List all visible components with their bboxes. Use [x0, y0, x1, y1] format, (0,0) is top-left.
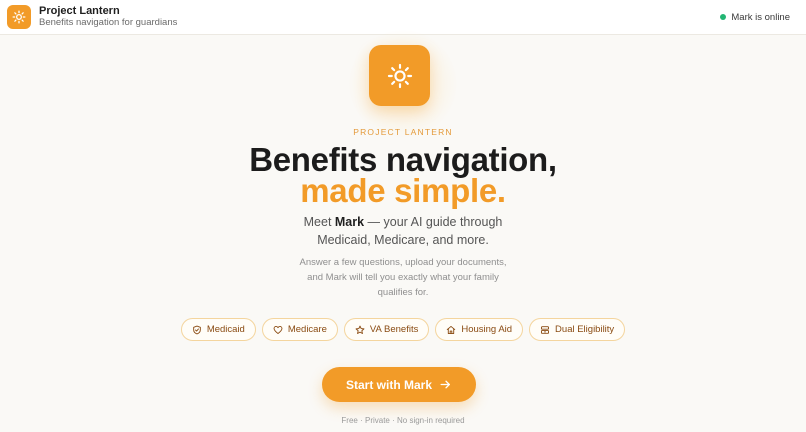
- star-icon: [355, 325, 365, 334]
- online-status: Mark is online: [720, 12, 790, 23]
- lead-prefix: Meet: [303, 215, 335, 229]
- eyebrow-label: PROJECT LANTERN: [353, 127, 453, 137]
- arrow-right-icon: [440, 380, 450, 389]
- status-text: Mark is online: [731, 11, 790, 23]
- cta-label: Start with Mark: [345, 377, 432, 392]
- lead-name: Mark: [334, 215, 365, 229]
- lead-text: Meet Mark — your AI guide through Medica…: [0, 213, 806, 249]
- lead-line-2: Medicaid, Medicare, and more.: [317, 233, 489, 247]
- shield-icon: [193, 325, 201, 334]
- layers-icon: [541, 325, 550, 334]
- heart-icon: [273, 325, 283, 334]
- brand: Project Lantern Benefits navigation for …: [39, 5, 177, 29]
- lead-suffix: — your AI guide through: [364, 215, 503, 229]
- sun-icon: [387, 63, 412, 88]
- benefit-chips: Medicaid Medicare VA Benefits Housing Ai…: [0, 318, 806, 341]
- chip-label: Dual Eligibility: [555, 324, 615, 335]
- chip-medicaid[interactable]: Medicaid: [180, 318, 256, 341]
- headline-line-2: made simple.: [300, 172, 506, 209]
- chip-va-benefits[interactable]: VA Benefits: [343, 318, 430, 341]
- brand-logo[interactable]: [7, 5, 31, 29]
- sub-text: Answer a few questions, upload your docu…: [299, 257, 507, 298]
- brand-subtitle: Benefits navigation for guardians: [39, 16, 178, 28]
- chip-housing-aid[interactable]: Housing Aid: [435, 318, 524, 341]
- start-with-mark-button[interactable]: Start with Mark: [322, 367, 476, 402]
- hero-logo: [369, 45, 430, 106]
- footnote: Free · Private · No sign-in required: [341, 416, 465, 425]
- chip-label: Housing Aid: [461, 324, 513, 335]
- chip-dual-eligibility[interactable]: Dual Eligibility: [529, 318, 626, 341]
- chip-medicare[interactable]: Medicare: [261, 318, 338, 341]
- chip-label: Medicare: [287, 324, 327, 335]
- chip-label: Medicaid: [206, 324, 245, 335]
- home-icon: [447, 325, 456, 334]
- brand-title: Project Lantern: [39, 5, 120, 18]
- status-dot-icon: [720, 14, 727, 20]
- chip-label: VA Benefits: [369, 324, 419, 335]
- sun-icon: [12, 10, 26, 24]
